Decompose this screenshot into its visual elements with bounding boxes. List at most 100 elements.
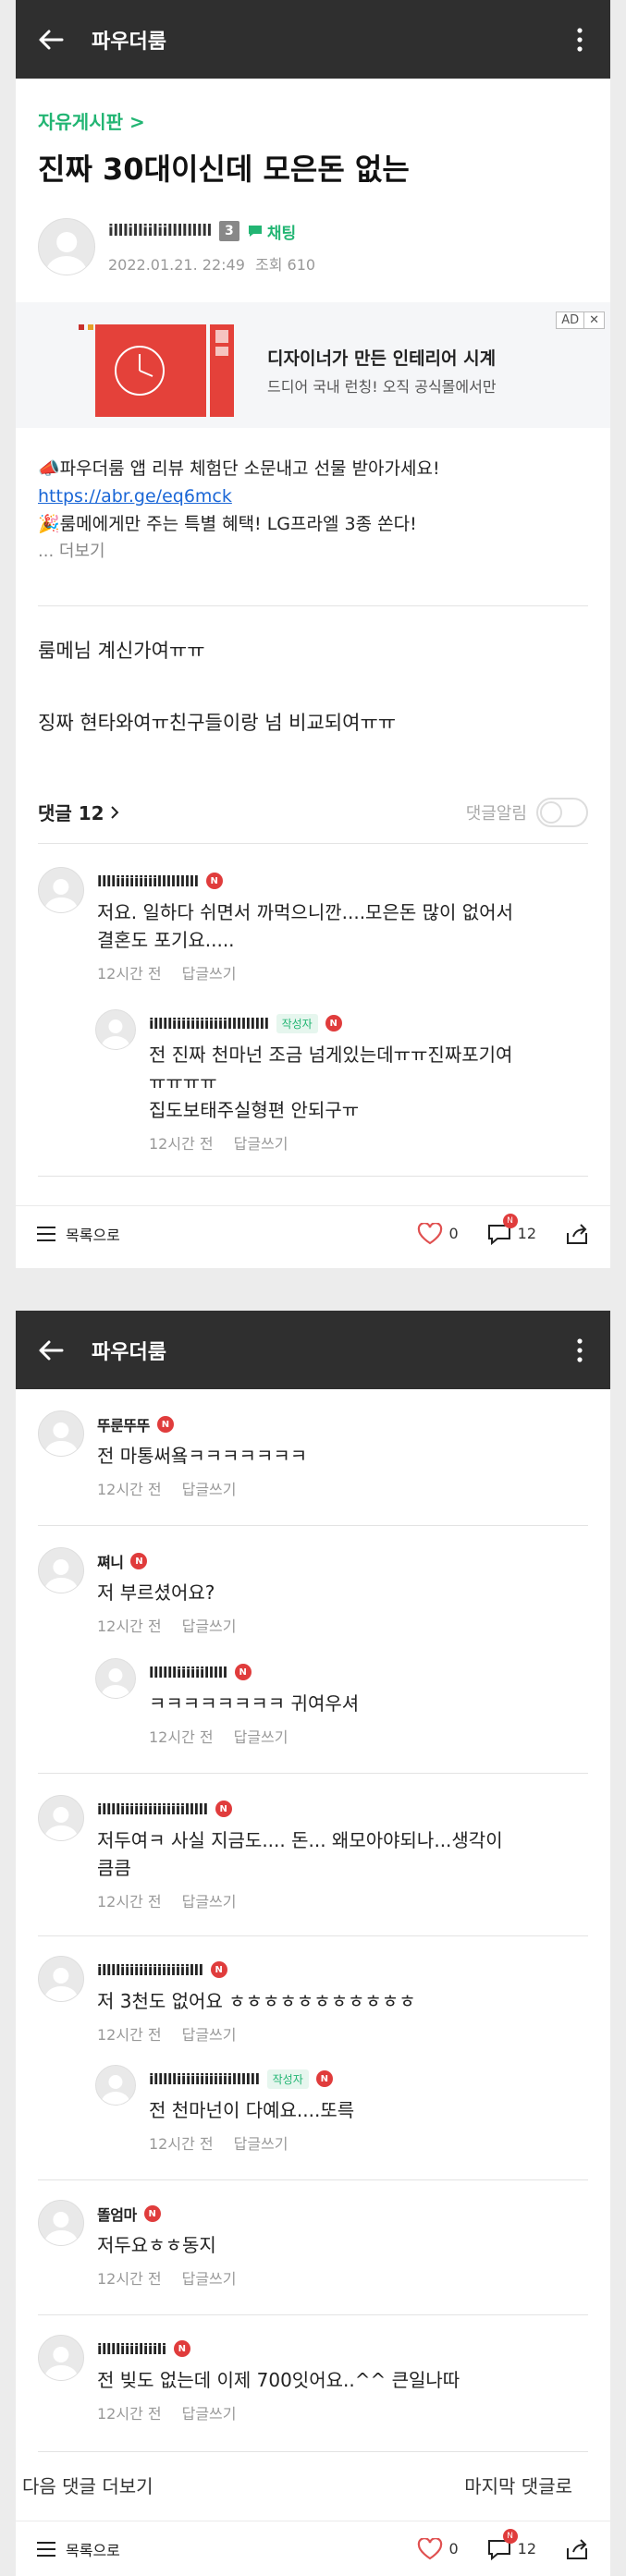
commenter-avatar[interactable] [38,1795,84,1841]
ad-close-icon[interactable]: ✕ [583,312,604,328]
comment-alert-label: 댓글알림 [465,804,527,824]
comment-time: 12시간 전 [97,1893,162,1911]
reply-button[interactable]: 답글쓰기 [182,1614,237,1636]
board-link[interactable]: 자유게시판 > [38,107,145,134]
commenter-name[interactable]: illlliiiiiiiiiiiiiiilll [97,1961,203,1979]
comment-count-button[interactable]: N 12 [486,1213,536,1245]
like-count: 0 [448,2540,459,2558]
divider [38,2451,588,2452]
comment-time: 12시간 전 [97,2405,162,2423]
bottom-action-bar: 목록으로 0 N 12 [16,2521,610,2576]
author-avatar[interactable] [38,218,95,275]
commenter-avatar[interactable] [38,867,84,913]
divider [38,605,588,606]
last-comment-button[interactable]: 마지막 댓글로 [464,2472,572,2498]
ad-banner[interactable]: 디자이너가 만든 인테리어 시계 드디어 국내 런칭! 오직 공식몰에서만 AD… [16,302,610,428]
divider [38,2314,588,2315]
writer-badge: 작성자 [266,2069,309,2089]
new-badge: N [315,2070,333,2087]
top-app-bar: 파우더룸 [16,1311,610,1389]
back-arrow-icon[interactable] [32,1332,69,1369]
reply-button[interactable]: 답글쓰기 [182,961,237,983]
reply-button[interactable]: 답글쓰기 [234,2131,288,2154]
comment-text: 전 빚도 없는데 이제 700잇어요..^^ 큰일나따 [97,2369,460,2391]
new-badge: N [210,1961,227,1978]
divider [38,2179,588,2180]
writer-badge: 작성자 [276,1013,318,1033]
commenter-name[interactable]: illlliiiiliiili [97,2340,166,2358]
new-badge: N [156,1416,174,1433]
commenter-name[interactable]: lllliiiiiiiiilllllllll [97,873,199,890]
commenter-name[interactable]: illlliiiiiiiiiiiilllllllll [149,1015,269,1032]
post-body-line-2: 징짜 현타와여ㅠ친구들이랑 넘 비교되여ㅠㅠ [38,712,397,734]
like-button[interactable]: 0 [417,1222,459,1245]
reply-button[interactable]: 답글쓰기 [182,1889,237,1911]
comment-alert-toggle[interactable] [536,798,588,827]
list-menu-icon [37,2541,55,2557]
reply-button[interactable]: 답글쓰기 [182,2266,237,2289]
back-arrow-icon[interactable] [32,21,69,58]
commenter-avatar[interactable] [38,2200,84,2246]
post-body-line-1: 룸메님 계신가여ㅠㅠ [38,640,205,662]
comments-screen: 파우더룸 뚜룬뚜뚜 N 전 마통써욬ㅋㅋㅋㅋㅋㅋㅋ 12시간 전 답글쓰기 쪄니… [16,1311,610,2576]
commenter-avatar[interactable] [95,1658,136,1699]
share-button[interactable] [564,1222,590,1246]
promo-line-3: 🎉룸메에게만 주는 특별 혜택! LG프라엘 3종 쏜다! [38,514,417,534]
see-more-link[interactable]: ... 더보기 [38,538,593,566]
new-badge: N [143,2205,161,2222]
comment-text: 저두요ㅎㅎ동지 [97,2234,216,2256]
author-name[interactable]: illlilliiliilllllllll [108,222,212,240]
comment-count: 12 [517,2540,536,2558]
list-label: 목록으로 [66,1226,120,1244]
reply-button[interactable]: 답글쓰기 [182,1477,237,1499]
commenter-name[interactable]: illllliiiiiiiiiiiillllll [149,2070,260,2088]
back-to-list-button[interactable]: 목록으로 [36,1223,120,1245]
more-vertical-icon[interactable] [566,21,594,58]
comment-time: 12시간 전 [97,965,162,983]
share-icon [567,1223,587,1244]
comment-text: 전 천마넌이 다예요....또륵 [149,2099,355,2121]
reply-button[interactable]: 답글쓰기 [182,2401,237,2423]
comments-header[interactable]: 댓글 12 [38,799,119,825]
share-button[interactable] [564,2537,590,2561]
more-vertical-icon[interactable] [566,1332,594,1369]
comment-time: 12시간 전 [149,1728,214,1746]
new-badge: N [173,2340,190,2357]
comment-time: 12시간 전 [97,2026,162,2044]
commenter-avatar[interactable] [95,1009,136,1050]
commenter-name[interactable]: illlliiiiiiiiiiiiiilllll [97,1801,208,1818]
reply-button[interactable]: 답글쓰기 [234,1725,288,1747]
reply-button[interactable]: 답글쓰기 [234,1131,288,1154]
commenter-avatar[interactable] [38,2335,84,2381]
divider [38,1935,588,1936]
load-more-comments-button[interactable]: 다음 댓글 더보기 [22,2472,153,2498]
top-app-bar: 파우더룸 [16,0,610,79]
list-label: 목록으로 [66,2541,120,2559]
divider [38,1176,588,1177]
divider [38,1773,588,1774]
commenter-name[interactable]: lllllliiiiiilllll [149,1664,227,1681]
comment-time: 12시간 전 [149,2135,214,2153]
post-title: 진짜 30대이신데 모은돈 없는 [38,152,410,187]
commenter-name[interactable]: 뚜룬뚜뚜 [97,1413,150,1435]
commenter-avatar[interactable] [38,1956,84,2002]
ad-badge: AD ✕ [556,311,605,329]
app-title: 파우더룸 [92,1340,166,1364]
commenter-name[interactable]: 쪄니 [97,1550,124,1572]
like-count: 0 [448,1225,459,1242]
commenter-avatar[interactable] [38,1410,84,1457]
commenter-name[interactable]: 똘엄마 [97,2203,137,2225]
back-to-list-button[interactable]: 목록으로 [36,2538,120,2560]
author-meta: illlilliiliilllllllll 3 채팅 2022.01.21. 2… [108,220,315,275]
chat-button[interactable]: 채팅 [247,220,296,243]
commenter-avatar[interactable] [38,1547,84,1593]
comments-count: 댓글 12 [38,802,104,824]
author-row: illlilliiliilllllllll 3 채팅 2022.01.21. 2… [38,216,315,277]
reply-button[interactable]: 답글쓰기 [182,2022,237,2045]
like-button[interactable]: 0 [417,2537,459,2560]
commenter-avatar[interactable] [95,2065,136,2106]
comment-count-button[interactable]: N 12 [486,2528,536,2560]
comment-time: 12시간 전 [97,1481,162,1498]
promo-link[interactable]: https://abr.ge/eq6mck [38,482,593,510]
new-badge: N [234,1664,252,1680]
